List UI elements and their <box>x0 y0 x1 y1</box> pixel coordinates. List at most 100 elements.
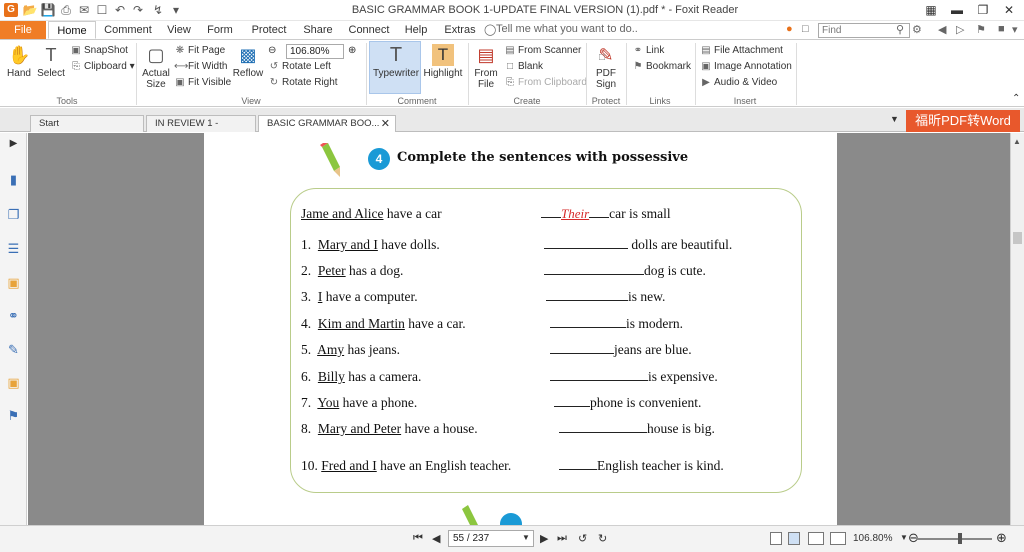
highlight-button[interactable]: T Highlight <box>423 44 463 79</box>
back-icon[interactable]: ◀ <box>938 23 946 36</box>
rotate-left-button[interactable]: ↺ Rotate Left <box>268 60 331 74</box>
tab-comment[interactable]: Comment <box>100 21 156 39</box>
bookmark-button[interactable]: ⚑ Bookmark <box>632 60 692 74</box>
file-attachment-button[interactable]: ▤ File Attachment <box>700 44 783 58</box>
tab-share[interactable]: Share <box>298 21 338 39</box>
clipboard-button[interactable]: ⎘ Clipboard ▾ <box>70 60 135 74</box>
tab-form[interactable]: Form <box>202 21 238 39</box>
first-page-icon[interactable]: ⏮ <box>413 532 423 545</box>
previous-view-icon[interactable]: ↺ <box>578 532 587 545</box>
facing-view-icon[interactable] <box>808 532 824 545</box>
example-answer: Their <box>561 206 590 221</box>
snapshot-button[interactable]: ▣ SnapShot <box>70 44 128 58</box>
zoom-in-icon[interactable]: ⊕ <box>996 530 1007 546</box>
hand-button[interactable]: ✋ Hand <box>6 44 32 79</box>
prev-page-icon[interactable]: ◀ <box>432 532 440 545</box>
signatures-panel-icon[interactable]: ✎ <box>5 341 22 358</box>
layers-panel-icon[interactable]: ☰ <box>5 240 22 257</box>
continuous-facing-view-icon[interactable] <box>830 532 846 545</box>
undo-icon[interactable]: ↶ <box>112 2 128 18</box>
customize-icon[interactable]: ▾ <box>168 2 184 18</box>
minimize-button[interactable]: ▬ <box>944 1 970 19</box>
tab-protect[interactable]: Protect <box>246 21 292 39</box>
document-workspace[interactable]: 4 Complete the sentences with possessive… <box>28 133 1010 525</box>
email-icon[interactable]: ✉ <box>76 2 92 18</box>
continuous-view-icon[interactable] <box>788 532 800 545</box>
close-button[interactable]: ✕ <box>996 1 1022 19</box>
next-page-icon[interactable]: ▶ <box>540 532 548 545</box>
pdf-to-word-promo[interactable]: 福昕PDF转Word <box>906 110 1020 132</box>
search-icon[interactable]: ⚲ <box>896 23 904 36</box>
item-number: 5. <box>301 342 312 357</box>
zoom-slider[interactable] <box>916 538 992 540</box>
tab-extras[interactable]: Extras <box>440 21 480 39</box>
scroll-thumb[interactable] <box>1013 232 1022 244</box>
page-dropdown-icon[interactable]: ▼ <box>522 533 530 542</box>
link-button[interactable]: ⚭ Link <box>632 44 665 58</box>
new-icon[interactable]: ☐ <box>94 2 110 18</box>
tab-help[interactable]: Help <box>400 21 432 39</box>
restore-button[interactable]: ❐ <box>970 1 996 19</box>
from-scanner-button[interactable]: ▤ From Scanner <box>504 44 581 58</box>
ribbon-collapse-icon[interactable]: ⌃ <box>1012 92 1020 106</box>
zoom-field[interactable]: 106.80% <box>286 44 344 59</box>
redo-icon[interactable]: ↷ <box>130 2 146 18</box>
tab-connect[interactable]: Connect <box>344 21 394 39</box>
tags-panel-icon[interactable]: ⚑ <box>5 407 22 424</box>
pages-panel-icon[interactable]: ❐ <box>5 206 22 223</box>
single-page-view-icon[interactable] <box>770 532 782 545</box>
print-icon[interactable]: ⎙ <box>58 2 74 18</box>
pdf-sign-button[interactable]: ✎ PDF Sign <box>590 44 622 90</box>
protect-small-icon[interactable]: □ <box>592 52 612 63</box>
tab-file[interactable]: File <box>0 21 46 39</box>
last-page-icon[interactable]: ⏭ <box>557 532 567 545</box>
attachments-panel-icon[interactable]: ⚭ <box>5 307 22 324</box>
next-view-icon[interactable]: ↻ <box>598 532 607 545</box>
save-icon[interactable]: 💾 <box>40 2 56 18</box>
doc-tab-start[interactable]: Start <box>30 115 144 132</box>
select-button[interactable]: T Select <box>36 44 66 79</box>
image-annotation-button[interactable]: ▣ Image Annotation <box>700 60 792 74</box>
zoom-dropdown-icon[interactable]: ▼ <box>900 533 908 542</box>
zoom-in-icon[interactable]: ⊕ <box>348 44 356 58</box>
audio-video-button[interactable]: ▶ Audio & Video <box>700 76 777 90</box>
fit-width-button[interactable]: ⟷Fit Width <box>174 60 227 74</box>
blank-button[interactable]: □ Blank <box>504 60 543 74</box>
bell-icon[interactable]: ⚑ <box>976 23 986 36</box>
comments-panel-icon[interactable]: ▣ <box>5 274 22 291</box>
security-panel-icon[interactable]: ▣ <box>5 374 22 391</box>
tab-view[interactable]: View <box>162 21 196 39</box>
menu-dropdown-icon[interactable]: ▾ <box>1012 23 1018 36</box>
actual-size-button[interactable]: ▢ Actual Size <box>141 44 171 90</box>
help-circle-icon[interactable]: ● <box>786 23 793 35</box>
zoom-slider-thumb[interactable] <box>958 533 962 544</box>
zoom-out-icon[interactable]: ⊖ <box>268 44 276 58</box>
fit-page-button[interactable]: ❋ Fit Page <box>174 44 225 58</box>
open-icon[interactable]: 📂 <box>22 2 38 18</box>
user-icon[interactable]: ■ <box>998 23 1005 35</box>
stamp-icon[interactable]: ↯ <box>150 2 166 18</box>
from-clipboard-button[interactable]: ⎘ From Clipboard <box>504 76 587 90</box>
from-file-button[interactable]: ▤ From File <box>472 44 500 90</box>
doc-tab-basic-grammar[interactable]: BASIC GRAMMAR BOO... ✕ <box>258 115 396 132</box>
doc-tab-in-review[interactable]: IN REVIEW 1 - GRAD... <box>146 115 256 145</box>
search-doc-icon[interactable]: □ <box>802 23 809 35</box>
close-tab-icon[interactable]: ✕ <box>381 116 390 132</box>
scroll-up-icon[interactable]: ▲ <box>1013 137 1021 146</box>
tab-list-dropdown-icon[interactable]: ▼ <box>890 114 899 124</box>
typewriter-button[interactable]: T Typewriter <box>370 44 422 79</box>
list-item: 2. Peter has a dog. <box>301 263 403 279</box>
forward-icon[interactable]: ▷ <box>956 23 964 36</box>
bookmarks-panel-icon[interactable]: ▮ <box>5 171 22 188</box>
pencil-icon <box>462 505 478 525</box>
fit-visible-button[interactable]: ▣ Fit Visible <box>174 76 231 90</box>
pdf-page[interactable]: 4 Complete the sentences with possessive… <box>204 133 837 525</box>
expand-panel-icon[interactable]: ▶ <box>5 135 22 152</box>
tab-home[interactable]: Home <box>48 21 96 39</box>
settings-icon[interactable]: ⚙ <box>912 23 922 36</box>
reflow-button[interactable]: ▩ Reflow <box>232 44 264 79</box>
vertical-scrollbar[interactable]: ▲ <box>1010 133 1024 525</box>
layout-icon[interactable]: ▦ <box>918 1 944 19</box>
rotate-right-button[interactable]: ↻ Rotate Right <box>268 76 338 90</box>
tell-me-input[interactable]: Tell me what you want to do.. <box>496 23 638 35</box>
